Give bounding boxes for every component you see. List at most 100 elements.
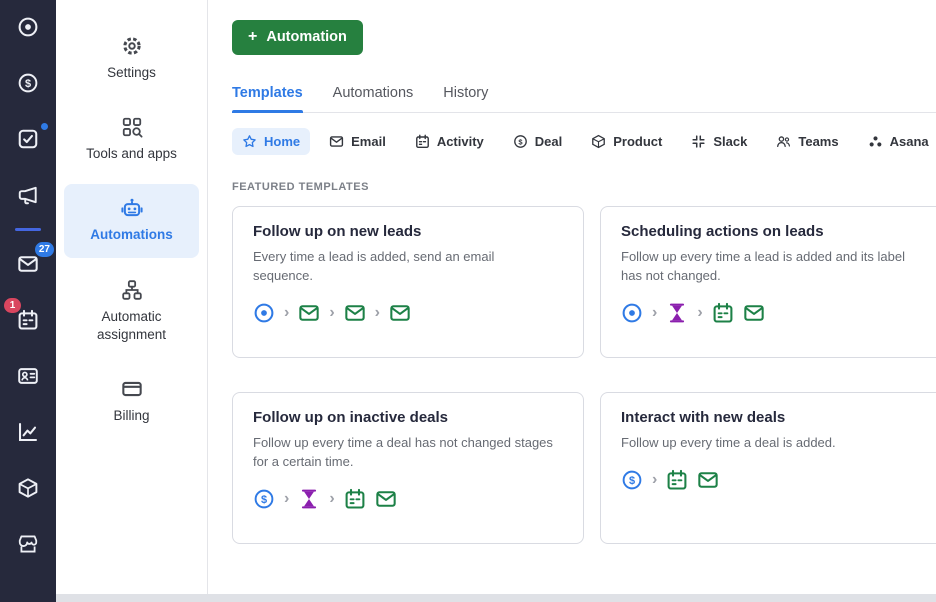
filter-chip-email[interactable]: Email	[319, 128, 396, 155]
rail-item-marketplace[interactable]	[15, 531, 41, 557]
card-flow: $ ›	[621, 469, 931, 491]
template-card-3[interactable]: Follow up on inactive deals Follow up eve…	[232, 392, 584, 544]
delay-icon	[666, 302, 688, 324]
activity-icon	[344, 488, 366, 510]
flow-step	[344, 302, 366, 324]
filter-chip-deal[interactable]: $ Deal	[503, 128, 572, 155]
robot-icon	[120, 197, 143, 219]
package-icon	[17, 477, 39, 499]
deal-icon: $	[621, 469, 643, 491]
email-icon	[298, 302, 320, 324]
credit-card-icon	[121, 378, 143, 400]
megaphone-icon	[17, 184, 39, 206]
email-icon	[17, 253, 39, 275]
sidebar-item-tools-and-apps[interactable]: Tools and apps	[64, 103, 199, 176]
chevron-right-icon: ›	[329, 489, 335, 507]
horizontal-scrollbar[interactable]	[56, 594, 936, 602]
email-icon	[743, 302, 765, 324]
filter-chip-slack[interactable]: Slack	[681, 128, 757, 155]
checklist-icon	[17, 128, 39, 150]
card-flow: $ › ›	[253, 488, 563, 510]
chevron-right-icon: ›	[374, 303, 380, 321]
sidebar-item-label: Tools and apps	[86, 146, 177, 162]
filter-chip-activity[interactable]: Activity	[405, 128, 494, 155]
sidebar-item-automatic-assignment[interactable]: Automatic assignment	[64, 266, 199, 357]
filter-chip-label: Activity	[436, 134, 484, 149]
rail-item-calendar[interactable]: 1	[4, 298, 41, 333]
deal-icon: $	[17, 72, 39, 94]
insights-icon	[17, 421, 39, 443]
chevron-right-icon: ›	[284, 303, 290, 321]
rail-item-products[interactable]	[15, 475, 41, 501]
flow-step: $	[253, 488, 275, 510]
main-content: + Automation Templates Automations History…	[208, 0, 936, 602]
add-automation-button[interactable]: + Automation	[232, 20, 363, 55]
rail-item-contacts[interactable]	[15, 363, 41, 389]
marketplace-icon	[17, 533, 39, 555]
filter-chip-home[interactable]: Home	[232, 128, 311, 155]
flow-step	[621, 302, 643, 324]
templates-grid: Follow up on new leads Every time a lead …	[232, 206, 936, 544]
flow-step	[712, 302, 765, 324]
rail-item-leads[interactable]	[15, 14, 41, 40]
email-icon	[375, 488, 397, 510]
filter-chip-label: Slack	[713, 134, 748, 149]
filter-chip-label: Asana	[889, 134, 929, 149]
tab-bar: Templates Automations History	[232, 85, 936, 113]
template-card-4[interactable]: Interact with new deals Follow up every t…	[600, 392, 936, 544]
tab-automations[interactable]: Automations	[333, 85, 414, 112]
asana-icon	[868, 134, 883, 149]
plus-icon: +	[248, 28, 258, 45]
rail-item-deals[interactable]: $	[15, 70, 41, 96]
filter-chips: Home Email Activity $ Deal Product Slack Teams A…	[232, 128, 936, 155]
rail-item-mail[interactable]: 27	[15, 242, 54, 277]
flow-step	[298, 488, 320, 510]
sidebar-item-automations[interactable]: Automations	[64, 184, 199, 258]
flow-step	[666, 302, 688, 324]
sidebar-item-settings[interactable]: Settings	[64, 22, 199, 95]
filter-chip-product[interactable]: Product	[581, 128, 672, 155]
rail-item-activities[interactable]	[15, 123, 48, 152]
filter-chip-asana[interactable]: Asana	[858, 128, 936, 155]
left-rail: $27 1	[0, 0, 56, 602]
deal-icon: $	[253, 488, 275, 510]
flow-step	[389, 302, 411, 324]
card-description: Follow up every time a deal has not chan…	[253, 435, 553, 469]
flow-step	[298, 302, 320, 324]
tab-history[interactable]: History	[443, 85, 488, 112]
add-automation-label: Automation	[266, 29, 347, 45]
tools-icon	[121, 116, 143, 138]
flow-step	[253, 302, 275, 324]
card-description: Every time a lead is added, send an emai…	[253, 249, 495, 283]
tab-templates[interactable]: Templates	[232, 85, 303, 113]
svg-text:$: $	[261, 494, 267, 506]
card-description: Follow up every time a deal is added.	[621, 435, 836, 450]
sidebar-item-billing[interactable]: Billing	[64, 365, 199, 438]
card-title: Scheduling actions on leads	[621, 223, 824, 240]
rail-item-campaigns[interactable]	[15, 182, 41, 208]
filter-chip-teams[interactable]: Teams	[766, 128, 848, 155]
sidebar-item-label: Automations	[90, 227, 173, 243]
filter-chip-label: Teams	[798, 134, 839, 149]
filter-chip-label: Deal	[534, 134, 563, 149]
activity-icon	[17, 309, 39, 331]
email-icon	[344, 302, 366, 324]
filter-chip-label: Home	[264, 134, 301, 149]
activity-icon	[415, 134, 430, 149]
svg-text:$: $	[518, 137, 523, 146]
chevron-right-icon: ›	[329, 303, 335, 321]
gear-icon	[121, 35, 143, 57]
card-description: Follow up every time a lead is added and…	[621, 249, 905, 283]
card-flow: › › ›	[253, 302, 563, 324]
email-icon	[697, 469, 719, 491]
section-title: FEATURED TEMPLATES	[232, 181, 369, 193]
template-card-2[interactable]: Scheduling actions on leads Follow up eve…	[600, 206, 936, 358]
card-title: Interact with new deals	[621, 409, 786, 426]
rail-item-insights[interactable]	[15, 419, 41, 445]
card-title: Follow up on new leads	[253, 223, 422, 240]
sidebar-item-label: Billing	[113, 408, 150, 424]
template-card-1[interactable]: Follow up on new leads Every time a lead …	[232, 206, 584, 358]
filter-chip-label: Email	[351, 134, 386, 149]
lead-icon	[621, 302, 643, 324]
flow-step	[344, 488, 397, 510]
